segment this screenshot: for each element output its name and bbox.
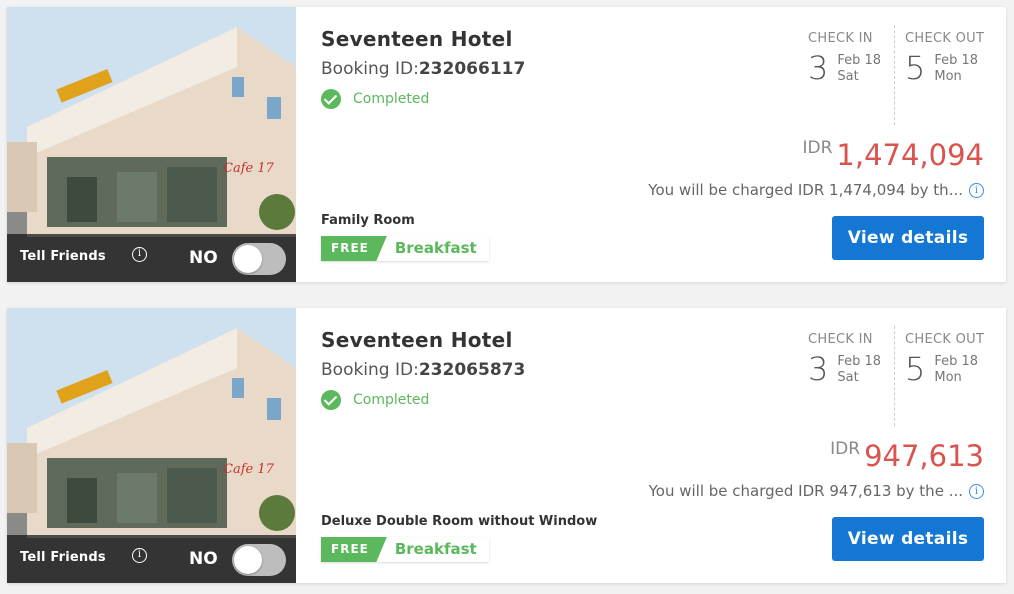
booking-id-line: Booking ID:232065873 — [321, 360, 525, 380]
check-in-month: Feb 18 — [837, 354, 882, 369]
check-in-day: 3 — [808, 49, 829, 87]
info-icon[interactable]: i — [969, 182, 984, 198]
check-out: CHECK OUT 5 Feb 18 Mon — [905, 332, 984, 387]
check-out-month: Feb 18 — [934, 53, 979, 68]
price-currency: IDR — [802, 138, 833, 158]
tell-friends-toggle[interactable] — [232, 243, 286, 275]
room-type: Deluxe Double Room without Window — [321, 514, 598, 529]
check-in-weekday: Sat — [837, 370, 859, 385]
tell-friends-bar: Tell Friends i NO — [7, 234, 296, 282]
tell-friends-label: Tell Friends — [20, 249, 106, 264]
meal-label: Breakfast — [394, 239, 477, 257]
check-in-day: 3 — [808, 350, 829, 388]
hotel-photo: Cafe 17 Tell Friends i NO — [7, 7, 296, 282]
check-out-label: CHECK OUT — [905, 31, 985, 46]
booking-card: Cafe 17 Tell Friends i NO Seventeen Hote… — [7, 7, 1006, 282]
info-icon[interactable]: i — [132, 548, 147, 563]
status-text: Completed — [353, 392, 430, 408]
status: Completed — [321, 390, 429, 410]
booking-id: 232066117 — [418, 59, 526, 79]
check-in: CHECK IN 3 Feb 18 Sat — [808, 332, 881, 387]
view-details-button[interactable]: View details — [832, 216, 984, 260]
cafe-sign: Cafe 17 — [223, 161, 275, 176]
check-in-month: Feb 18 — [837, 53, 882, 68]
toggle-state-label: NO — [189, 248, 218, 268]
view-details-button[interactable]: View details — [832, 517, 984, 561]
status-text: Completed — [353, 91, 430, 107]
tell-friends-bar: Tell Friends i NO — [7, 535, 296, 583]
charged-text: You will be charged IDR 1,474,094 by th.… — [648, 181, 963, 199]
booking-id-label: Booking ID: — [321, 59, 419, 79]
check-circle-icon — [321, 390, 341, 410]
check-in-weekday: Sat — [837, 69, 859, 84]
status: Completed — [321, 89, 429, 109]
check-out-day: 5 — [905, 49, 926, 87]
hotel-photo: Cafe 17 Tell Friends i NO — [7, 308, 296, 583]
check-out: CHECK OUT 5 Feb 18 Mon — [905, 31, 984, 86]
check-in-label: CHECK IN — [808, 332, 873, 347]
free-tag: FREE — [321, 537, 387, 562]
check-out-weekday: Mon — [934, 69, 962, 84]
meal-badge: FREE Breakfast — [321, 236, 489, 261]
meal-label: Breakfast — [394, 540, 477, 558]
check-in-label: CHECK IN — [808, 31, 873, 46]
room-type: Family Room — [321, 213, 415, 228]
charged-note: You will be charged IDR 947,613 by the .… — [649, 482, 984, 500]
date-divider — [894, 25, 895, 125]
tell-friends-label: Tell Friends — [20, 550, 106, 565]
booking-id-line: Booking ID:232066117 — [321, 59, 525, 79]
check-in: CHECK IN 3 Feb 18 Sat — [808, 31, 881, 86]
info-icon[interactable]: i — [132, 247, 147, 262]
check-out-weekday: Mon — [934, 370, 962, 385]
cafe-sign: Cafe 17 — [223, 462, 275, 477]
free-tag: FREE — [321, 236, 387, 261]
price-amount: 1,474,094 — [836, 138, 984, 172]
price-currency: IDR — [830, 439, 861, 459]
meal-badge: FREE Breakfast — [321, 537, 489, 562]
tell-friends-toggle[interactable] — [232, 544, 286, 576]
booking-card: Cafe 17 Tell Friends i NO Seventeen Hote… — [7, 308, 1006, 583]
toggle-knob — [234, 245, 262, 273]
booking-id-label: Booking ID: — [321, 360, 419, 380]
booking-id: 232065873 — [418, 360, 526, 380]
hotel-name: Seventeen Hotel — [321, 328, 513, 352]
price-amount: 947,613 — [864, 439, 984, 473]
check-out-label: CHECK OUT — [905, 332, 985, 347]
toggle-state-label: NO — [189, 549, 218, 569]
date-divider — [894, 326, 895, 426]
check-out-day: 5 — [905, 350, 926, 388]
price: IDR 1,474,094 — [802, 138, 984, 172]
price: IDR 947,613 — [830, 439, 984, 473]
toggle-knob — [234, 546, 262, 574]
check-circle-icon — [321, 89, 341, 109]
info-icon[interactable]: i — [969, 483, 984, 499]
charged-text: You will be charged IDR 947,613 by the .… — [648, 482, 963, 500]
check-out-month: Feb 18 — [934, 354, 979, 369]
charged-note: You will be charged IDR 1,474,094 by th.… — [648, 181, 984, 199]
hotel-name: Seventeen Hotel — [321, 27, 513, 51]
